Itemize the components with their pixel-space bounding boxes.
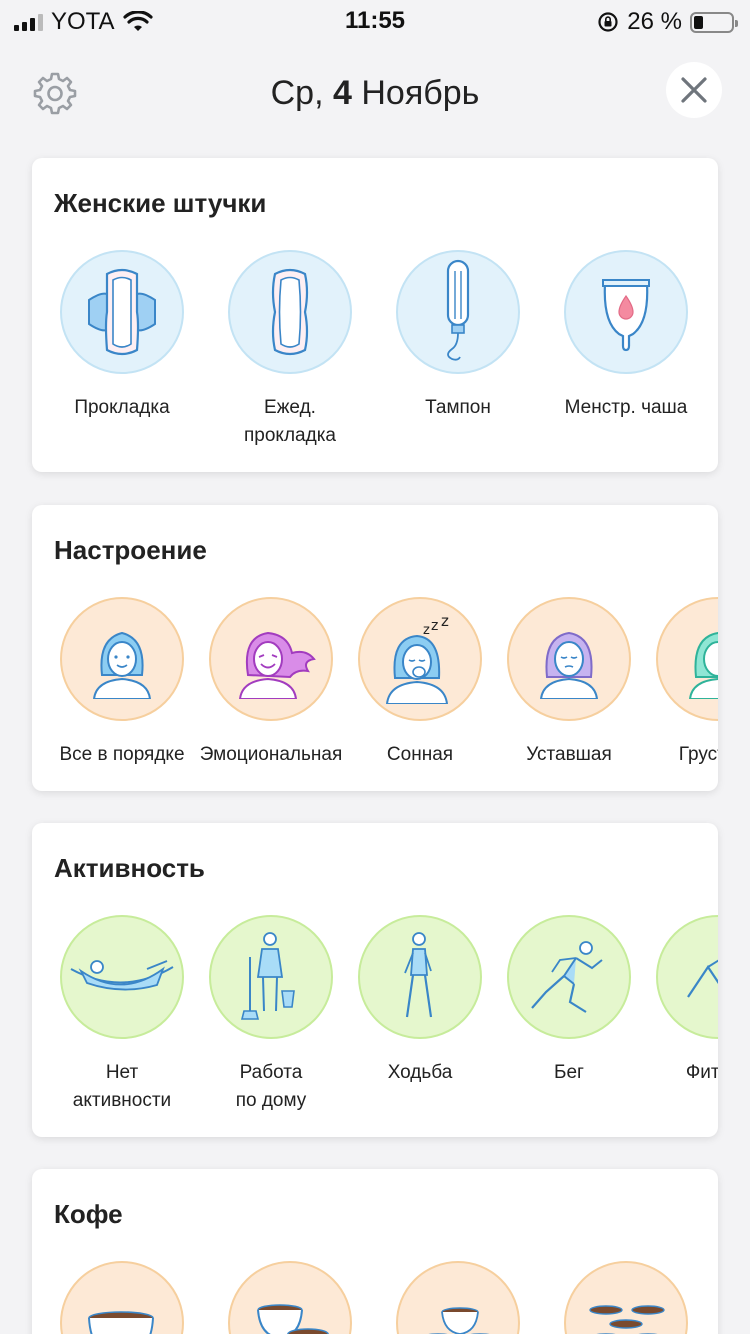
option-label: Нет активности bbox=[72, 1062, 172, 1111]
rotation-lock-icon bbox=[598, 12, 618, 32]
option-label: Ходьба bbox=[387, 1062, 453, 1083]
option-mood-emotional[interactable]: Эмоциональная bbox=[196, 597, 346, 769]
option-menstrual-cup[interactable]: Менстр. чаша bbox=[551, 250, 701, 422]
walking-icon bbox=[404, 932, 433, 1018]
option-circle bbox=[507, 915, 631, 1039]
option-coffee-4[interactable] bbox=[551, 1261, 701, 1334]
option-circle bbox=[358, 915, 482, 1039]
option-circle: z z z bbox=[358, 597, 482, 721]
option-mood-sad[interactable]: Грустная bbox=[643, 597, 718, 769]
option-circle bbox=[656, 597, 718, 721]
option-label: Эмоциональная bbox=[199, 744, 343, 765]
running-icon bbox=[531, 941, 603, 1013]
battery-level bbox=[694, 15, 704, 29]
option-circle bbox=[396, 1261, 520, 1334]
card-coffee: Кофе bbox=[32, 1169, 718, 1334]
option-label: Ежед. прокладка bbox=[244, 397, 336, 446]
title-month: Ноябрь bbox=[361, 74, 480, 112]
option-circle bbox=[396, 250, 520, 374]
svg-text:z: z bbox=[431, 618, 438, 634]
card-activity: Активность Нет активности Работа по дому bbox=[32, 823, 718, 1137]
option-walking[interactable]: Ходьба bbox=[345, 915, 495, 1087]
option-mood-fine[interactable]: Все в порядке bbox=[47, 597, 197, 769]
section-title-feminine: Женские штучки bbox=[54, 188, 267, 218]
option-label: Уставшая bbox=[526, 744, 612, 765]
title-day: Ср, bbox=[270, 74, 324, 112]
face-emotional-icon bbox=[238, 631, 316, 699]
coffee-cups-icon bbox=[428, 1307, 490, 1334]
card-mood: Настроение Все в порядке Эмоциональная z… bbox=[32, 505, 718, 791]
option-coffee-3[interactable] bbox=[383, 1261, 533, 1334]
option-circle bbox=[228, 250, 352, 374]
header: Ср, 4 Ноябрь bbox=[0, 60, 750, 124]
hammock-icon bbox=[70, 960, 174, 991]
pad-icon bbox=[88, 268, 156, 356]
option-circle bbox=[60, 250, 184, 374]
face-calm-icon bbox=[92, 631, 152, 699]
option-circle bbox=[656, 915, 718, 1039]
svg-text:z: z bbox=[441, 614, 449, 630]
option-label: Бег bbox=[554, 1062, 584, 1083]
option-label: Сонная bbox=[386, 744, 454, 765]
panty-liner-icon bbox=[271, 268, 309, 356]
option-housework[interactable]: Работа по дому bbox=[196, 915, 346, 1115]
option-tampon[interactable]: Тампон bbox=[383, 250, 533, 422]
option-circle bbox=[60, 915, 184, 1039]
fitness-icon bbox=[687, 959, 718, 998]
option-mood-sleepy[interactable]: z z z Сонная bbox=[345, 597, 495, 769]
option-label: Тампон bbox=[425, 397, 491, 418]
option-mood-tired[interactable]: Уставшая bbox=[494, 597, 644, 769]
section-title-mood: Настроение bbox=[54, 535, 207, 565]
status-bar: YOTA 11:55 26 % bbox=[0, 0, 750, 42]
option-label: Грустная bbox=[678, 744, 718, 765]
option-no-activity[interactable]: Нет активности bbox=[47, 915, 197, 1115]
option-label: Все в порядке bbox=[59, 744, 185, 765]
option-pad[interactable]: Прокладка bbox=[47, 250, 197, 422]
option-label: Фитнес bbox=[685, 1062, 718, 1083]
option-panty-liner[interactable]: Ежед. прокладка bbox=[215, 250, 365, 450]
option-circle bbox=[209, 915, 333, 1039]
section-title-coffee: Кофе bbox=[54, 1199, 123, 1229]
face-sad-icon bbox=[688, 631, 718, 699]
coffee-cups-icon bbox=[257, 1304, 329, 1334]
option-coffee-1[interactable] bbox=[47, 1261, 197, 1334]
option-circle bbox=[564, 1261, 688, 1334]
card-feminine: Женские штучки Прокладка Ежед. прокладка bbox=[32, 158, 718, 472]
svg-text:z: z bbox=[423, 623, 430, 638]
page-title: Ср, 4 Ноябрь bbox=[0, 74, 750, 113]
option-running[interactable]: Бег bbox=[494, 915, 644, 1087]
option-fitness[interactable]: Фитнес bbox=[643, 915, 718, 1087]
housework-icon bbox=[240, 932, 295, 1020]
tampon-icon bbox=[446, 259, 470, 361]
option-circle bbox=[209, 597, 333, 721]
menstrual-cup-icon bbox=[602, 279, 650, 352]
section-title-activity: Активность bbox=[54, 853, 205, 883]
option-label: Работа по дому bbox=[235, 1062, 307, 1111]
option-label: Менстр. чаша bbox=[564, 397, 688, 418]
close-button[interactable] bbox=[666, 62, 722, 118]
option-circle bbox=[60, 1261, 184, 1334]
coffee-cups-icon bbox=[589, 1305, 665, 1334]
option-circle bbox=[60, 597, 184, 721]
battery-percent: 26 % bbox=[627, 8, 682, 35]
coffee-cup-icon bbox=[88, 1311, 154, 1334]
option-circle bbox=[228, 1261, 352, 1334]
title-date-number: 4 bbox=[333, 74, 352, 112]
option-label: Прокладка bbox=[74, 397, 170, 418]
status-right: 26 % bbox=[597, 8, 738, 36]
close-icon bbox=[681, 77, 707, 103]
option-circle bbox=[507, 597, 631, 721]
face-sleepy-icon: z z z bbox=[385, 614, 449, 704]
face-tired-icon bbox=[539, 631, 599, 699]
option-coffee-2[interactable] bbox=[215, 1261, 365, 1334]
option-circle bbox=[564, 250, 688, 374]
battery-icon bbox=[690, 11, 738, 33]
